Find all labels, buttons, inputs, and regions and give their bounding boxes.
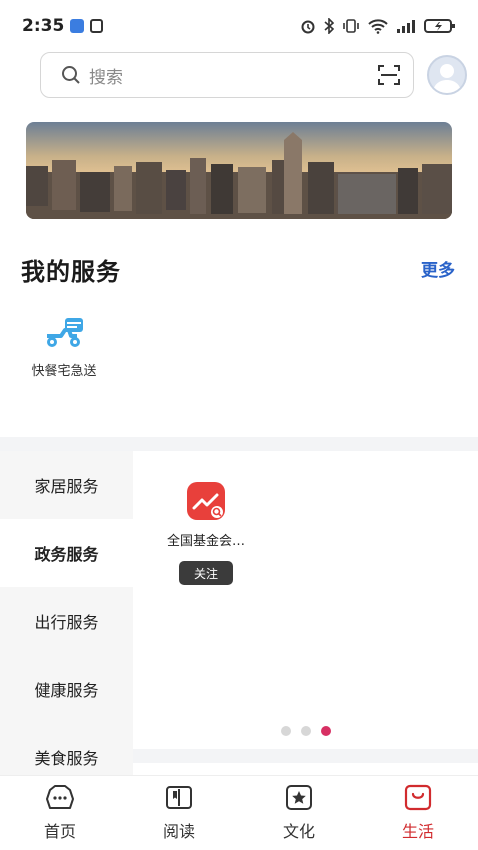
page-dot[interactable] bbox=[301, 726, 311, 736]
tab-label: 首页 bbox=[43, 822, 76, 841]
bluetooth-icon bbox=[324, 18, 334, 34]
category-item-home[interactable]: 家居服务 bbox=[0, 451, 133, 519]
my-services-title: 我的服务 bbox=[21, 258, 121, 286]
category-item-health[interactable]: 健康服务 bbox=[0, 655, 133, 723]
signal-icon bbox=[397, 20, 415, 33]
follow-button[interactable]: 关注 bbox=[179, 561, 233, 585]
content-divider bbox=[133, 749, 478, 763]
page-dot[interactable] bbox=[281, 726, 291, 736]
book-icon bbox=[166, 786, 192, 809]
page-dot-active[interactable] bbox=[321, 726, 331, 736]
city-skyline-image bbox=[26, 122, 452, 219]
star-frame-icon bbox=[286, 785, 312, 810]
status-bar: 2:35 bbox=[0, 0, 478, 52]
service-item[interactable]: 快餐宅急送 bbox=[22, 316, 106, 379]
vibrate-icon bbox=[343, 19, 359, 33]
tab-life[interactable]: 生活 bbox=[378, 784, 458, 842]
user-avatar-icon bbox=[433, 64, 461, 93]
life-bag-icon bbox=[404, 784, 432, 811]
status-right bbox=[300, 18, 456, 34]
service-card[interactable]: 全国基金会… 关注 bbox=[153, 482, 259, 585]
battery-icon bbox=[424, 19, 455, 33]
pagination-dots bbox=[281, 726, 331, 736]
tab-label: 文化 bbox=[282, 822, 315, 841]
tab-culture[interactable]: 文化 bbox=[259, 784, 339, 842]
status-left: 2:35 bbox=[22, 16, 104, 36]
search-input[interactable]: 搜索 bbox=[89, 63, 377, 88]
section-divider bbox=[0, 437, 478, 451]
status-time: 2:35 bbox=[22, 16, 65, 36]
home-icon bbox=[46, 785, 74, 809]
search-icon bbox=[62, 66, 80, 84]
delivery-scooter-icon bbox=[47, 318, 83, 347]
category-item-government[interactable]: 政务服务 bbox=[0, 519, 133, 587]
service-card-name: 全国基金会… bbox=[166, 534, 245, 549]
scan-icon[interactable] bbox=[377, 63, 401, 87]
wifi-icon bbox=[368, 19, 388, 34]
alarm-icon bbox=[301, 20, 315, 34]
nfc-icon bbox=[90, 19, 104, 33]
category-nav: 家居服务 政务服务 出行服务 健康服务 美食服务 bbox=[0, 451, 133, 775]
banner-image[interactable] bbox=[26, 122, 452, 219]
bottom-tab-bar: 首页 阅读 文化 生活 bbox=[0, 775, 478, 850]
more-services-link[interactable]: 更多 bbox=[421, 256, 455, 281]
service-item-label: 快餐宅急送 bbox=[31, 364, 97, 379]
app-badge-icon bbox=[70, 19, 85, 33]
tab-label: 生活 bbox=[401, 822, 434, 841]
trend-chart-icon bbox=[187, 482, 225, 520]
tab-reading[interactable]: 阅读 bbox=[139, 784, 219, 842]
tab-home[interactable]: 首页 bbox=[20, 784, 100, 842]
avatar[interactable] bbox=[427, 55, 467, 95]
search-bar[interactable]: 搜索 bbox=[40, 52, 414, 98]
category-item-travel[interactable]: 出行服务 bbox=[0, 587, 133, 655]
tab-label: 阅读 bbox=[162, 822, 195, 841]
